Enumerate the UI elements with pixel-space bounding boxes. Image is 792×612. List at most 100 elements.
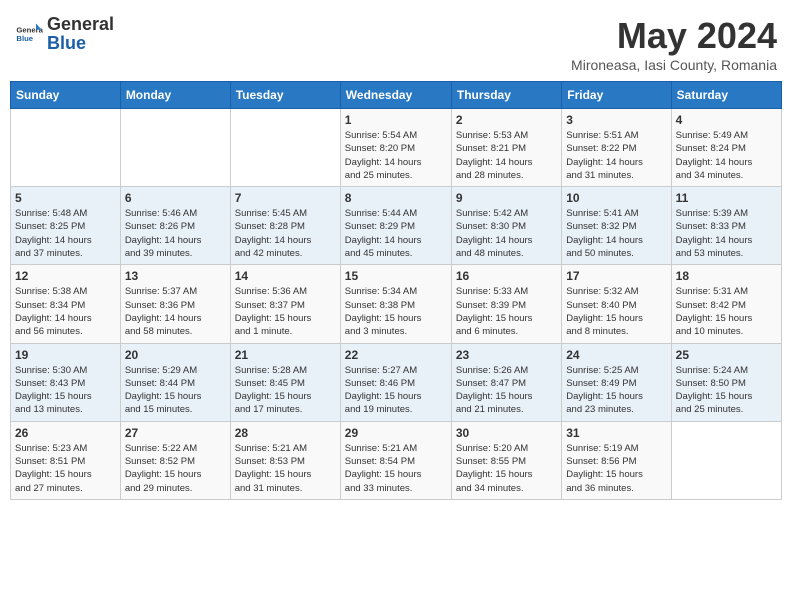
calendar-cell xyxy=(11,109,121,187)
day-number: 22 xyxy=(345,348,447,362)
calendar-cell: 20Sunrise: 5:29 AM Sunset: 8:44 PM Dayli… xyxy=(120,343,230,421)
calendar-table: SundayMondayTuesdayWednesdayThursdayFrid… xyxy=(10,81,782,500)
day-number: 2 xyxy=(456,113,557,127)
day-number: 17 xyxy=(566,269,666,283)
calendar-week-row: 12 Sunrise: 5:38 AM Sunset: 8:34 PM Dayli… xyxy=(11,265,782,343)
calendar-cell: 8 Sunrise: 5:44 AM Sunset: 8:29 PM Daylig… xyxy=(340,187,451,265)
day-number: 3 xyxy=(566,113,666,127)
logo-general-text: General xyxy=(47,14,114,34)
day-info: Sunrise: 5:24 AM Sunset: 8:50 PM Dayligh… xyxy=(676,364,777,417)
day-info: Sunrise: 5:36 AM Sunset: 8:37 PM Dayligh… xyxy=(235,285,336,338)
title-block: May 2024 Mironeasa, Iasi County, Romania xyxy=(571,15,777,73)
day-info: Sunrise: 5:21 AM Sunset: 8:54 PM Dayligh… xyxy=(345,442,447,495)
day-number: 25 xyxy=(676,348,777,362)
day-number: 14 xyxy=(235,269,336,283)
calendar-cell: 1 Sunrise: 5:54 AM Sunset: 8:20 PM Daylig… xyxy=(340,109,451,187)
calendar-cell: 22Sunrise: 5:27 AM Sunset: 8:46 PM Dayli… xyxy=(340,343,451,421)
day-info: Sunrise: 5:38 AM Sunset: 8:34 PM Dayligh… xyxy=(15,285,116,338)
day-number: 4 xyxy=(676,113,777,127)
day-header-sunday: Sunday xyxy=(11,82,121,109)
calendar-cell: 6Sunrise: 5:46 AM Sunset: 8:26 PM Daylig… xyxy=(120,187,230,265)
calendar-cell: 10Sunrise: 5:41 AM Sunset: 8:32 PM Dayli… xyxy=(562,187,671,265)
day-info: Sunrise: 5:26 AM Sunset: 8:47 PM Dayligh… xyxy=(456,364,557,417)
day-number: 18 xyxy=(676,269,777,283)
day-info: Sunrise: 5:23 AM Sunset: 8:51 PM Dayligh… xyxy=(15,442,116,495)
calendar-cell xyxy=(671,421,781,499)
calendar-cell: 23 Sunrise: 5:26 AM Sunset: 8:47 PM Dayli… xyxy=(451,343,561,421)
day-info: Sunrise: 5:49 AM Sunset: 8:24 PM Dayligh… xyxy=(676,129,777,182)
calendar-cell: 5 Sunrise: 5:48 AM Sunset: 8:25 PM Daylig… xyxy=(11,187,121,265)
day-number: 29 xyxy=(345,426,447,440)
calendar-cell: 9 Sunrise: 5:42 AM Sunset: 8:30 PM Daylig… xyxy=(451,187,561,265)
calendar-cell: 14 Sunrise: 5:36 AM Sunset: 8:37 PM Dayli… xyxy=(230,265,340,343)
day-header-saturday: Saturday xyxy=(671,82,781,109)
svg-text:Blue: Blue xyxy=(16,34,33,43)
day-number: 21 xyxy=(235,348,336,362)
logo-blue-text: Blue xyxy=(47,33,86,53)
calendar-cell: 19 Sunrise: 5:30 AM Sunset: 8:43 PM Dayli… xyxy=(11,343,121,421)
calendar-cell: 30Sunrise: 5:20 AM Sunset: 8:55 PM Dayli… xyxy=(451,421,561,499)
day-info: Sunrise: 5:19 AM Sunset: 8:56 PM Dayligh… xyxy=(566,442,666,495)
day-info: Sunrise: 5:29 AM Sunset: 8:44 PM Dayligh… xyxy=(125,364,226,417)
calendar-cell: 29 Sunrise: 5:21 AM Sunset: 8:54 PM Dayli… xyxy=(340,421,451,499)
day-info: Sunrise: 5:45 AM Sunset: 8:28 PM Dayligh… xyxy=(235,207,336,260)
calendar-cell: 17 Sunrise: 5:32 AM Sunset: 8:40 PM Dayli… xyxy=(562,265,671,343)
day-number: 6 xyxy=(125,191,226,205)
calendar-cell: 27 Sunrise: 5:22 AM Sunset: 8:52 PM Dayli… xyxy=(120,421,230,499)
logo-icon: General Blue xyxy=(15,20,43,48)
day-info: Sunrise: 5:33 AM Sunset: 8:39 PM Dayligh… xyxy=(456,285,557,338)
day-info: Sunrise: 5:39 AM Sunset: 8:33 PM Dayligh… xyxy=(676,207,777,260)
day-number: 30 xyxy=(456,426,557,440)
calendar-cell: 16 Sunrise: 5:33 AM Sunset: 8:39 PM Dayli… xyxy=(451,265,561,343)
day-number: 12 xyxy=(15,269,116,283)
calendar-cell: 2 Sunrise: 5:53 AM Sunset: 8:21 PM Daylig… xyxy=(451,109,561,187)
day-number: 19 xyxy=(15,348,116,362)
day-info: Sunrise: 5:54 AM Sunset: 8:20 PM Dayligh… xyxy=(345,129,447,182)
calendar-cell: 25 Sunrise: 5:24 AM Sunset: 8:50 PM Dayli… xyxy=(671,343,781,421)
calendar-cell xyxy=(120,109,230,187)
day-header-thursday: Thursday xyxy=(451,82,561,109)
calendar-cell: 7Sunrise: 5:45 AM Sunset: 8:28 PM Daylig… xyxy=(230,187,340,265)
calendar-cell: 13Sunrise: 5:37 AM Sunset: 8:36 PM Dayli… xyxy=(120,265,230,343)
calendar-cell: 24Sunrise: 5:25 AM Sunset: 8:49 PM Dayli… xyxy=(562,343,671,421)
day-info: Sunrise: 5:44 AM Sunset: 8:29 PM Dayligh… xyxy=(345,207,447,260)
calendar-cell: 26 Sunrise: 5:23 AM Sunset: 8:51 PM Dayli… xyxy=(11,421,121,499)
day-number: 23 xyxy=(456,348,557,362)
day-number: 27 xyxy=(125,426,226,440)
month-title: May 2024 xyxy=(571,15,777,57)
day-number: 16 xyxy=(456,269,557,283)
calendar-week-row: 5 Sunrise: 5:48 AM Sunset: 8:25 PM Daylig… xyxy=(11,187,782,265)
day-info: Sunrise: 5:34 AM Sunset: 8:38 PM Dayligh… xyxy=(345,285,447,338)
calendar-cell: 11Sunrise: 5:39 AM Sunset: 8:33 PM Dayli… xyxy=(671,187,781,265)
calendar-body: 1 Sunrise: 5:54 AM Sunset: 8:20 PM Daylig… xyxy=(11,109,782,500)
calendar-cell: 18Sunrise: 5:31 AM Sunset: 8:42 PM Dayli… xyxy=(671,265,781,343)
day-number: 10 xyxy=(566,191,666,205)
day-info: Sunrise: 5:30 AM Sunset: 8:43 PM Dayligh… xyxy=(15,364,116,417)
day-number: 26 xyxy=(15,426,116,440)
day-info: Sunrise: 5:25 AM Sunset: 8:49 PM Dayligh… xyxy=(566,364,666,417)
calendar-cell xyxy=(230,109,340,187)
day-number: 5 xyxy=(15,191,116,205)
day-info: Sunrise: 5:22 AM Sunset: 8:52 PM Dayligh… xyxy=(125,442,226,495)
day-number: 15 xyxy=(345,269,447,283)
day-info: Sunrise: 5:21 AM Sunset: 8:53 PM Dayligh… xyxy=(235,442,336,495)
day-info: Sunrise: 5:42 AM Sunset: 8:30 PM Dayligh… xyxy=(456,207,557,260)
location-subtitle: Mironeasa, Iasi County, Romania xyxy=(571,57,777,73)
day-number: 9 xyxy=(456,191,557,205)
page-header: General Blue General Blue May 2024 Miron… xyxy=(10,10,782,73)
logo: General Blue General Blue xyxy=(15,15,114,53)
day-info: Sunrise: 5:51 AM Sunset: 8:22 PM Dayligh… xyxy=(566,129,666,182)
calendar-cell: 12 Sunrise: 5:38 AM Sunset: 8:34 PM Dayli… xyxy=(11,265,121,343)
day-number: 28 xyxy=(235,426,336,440)
day-header-monday: Monday xyxy=(120,82,230,109)
calendar-week-row: 26 Sunrise: 5:23 AM Sunset: 8:51 PM Dayli… xyxy=(11,421,782,499)
day-info: Sunrise: 5:48 AM Sunset: 8:25 PM Dayligh… xyxy=(15,207,116,260)
day-number: 8 xyxy=(345,191,447,205)
day-info: Sunrise: 5:32 AM Sunset: 8:40 PM Dayligh… xyxy=(566,285,666,338)
calendar-week-row: 1 Sunrise: 5:54 AM Sunset: 8:20 PM Daylig… xyxy=(11,109,782,187)
calendar-cell: 31 Sunrise: 5:19 AM Sunset: 8:56 PM Dayli… xyxy=(562,421,671,499)
day-header-wednesday: Wednesday xyxy=(340,82,451,109)
day-number: 31 xyxy=(566,426,666,440)
day-info: Sunrise: 5:53 AM Sunset: 8:21 PM Dayligh… xyxy=(456,129,557,182)
day-number: 1 xyxy=(345,113,447,127)
